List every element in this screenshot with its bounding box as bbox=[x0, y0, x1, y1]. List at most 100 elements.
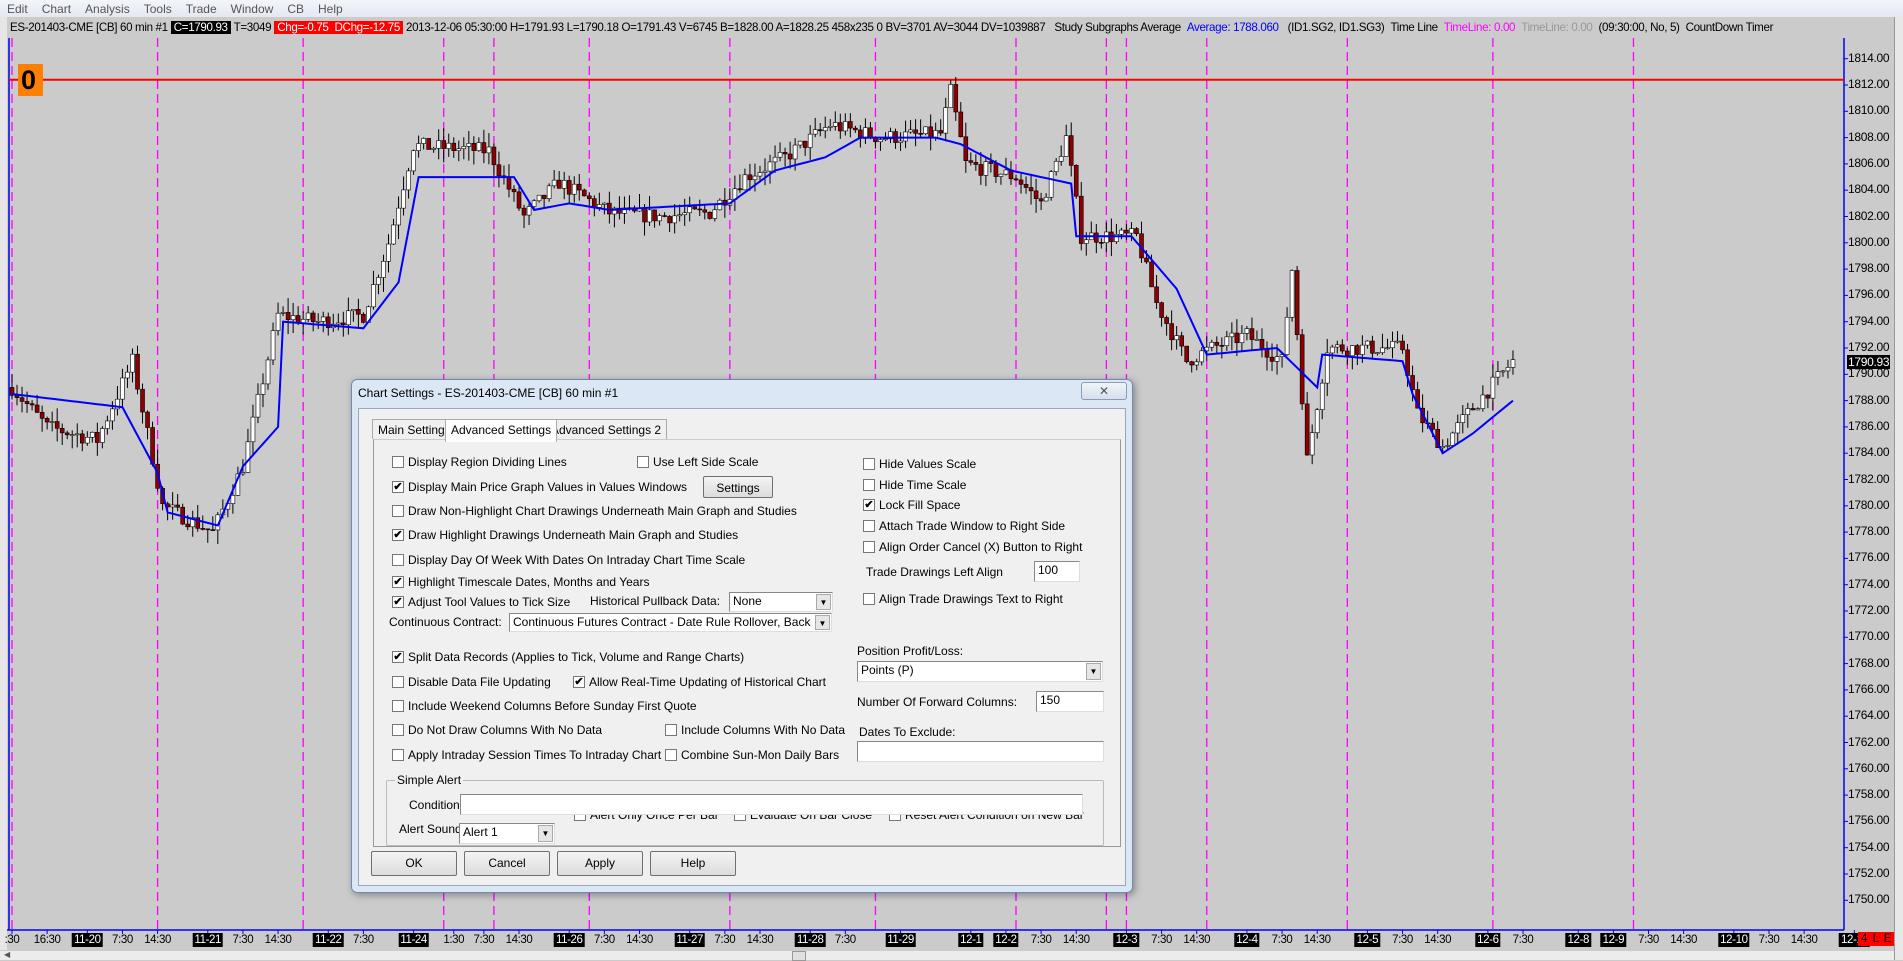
display-region-label: Display Region Dividing Lines bbox=[408, 455, 567, 469]
ok-button[interactable]: OK bbox=[371, 851, 457, 876]
candle bbox=[697, 199, 703, 217]
day-of-week-label: Display Day Of Week With Dates On Intrad… bbox=[408, 553, 746, 567]
draw-non-highlight-checkbox[interactable] bbox=[392, 505, 404, 517]
alert-sound-select[interactable]: Alert 1 ▼ bbox=[459, 823, 555, 844]
candle bbox=[205, 528, 211, 543]
apply-button[interactable]: Apply bbox=[557, 851, 643, 876]
horizontal-scrollbar[interactable]: ◀ bbox=[0, 950, 1894, 961]
simple-alert-label: Simple Alert bbox=[395, 773, 464, 787]
display-main-price-checkbox[interactable]: ✔ bbox=[392, 481, 404, 493]
candle bbox=[1395, 331, 1400, 344]
candle bbox=[1329, 344, 1335, 360]
display-region-checkbox[interactable] bbox=[392, 456, 404, 468]
hide-time-checkbox[interactable] bbox=[863, 479, 875, 491]
candle bbox=[49, 411, 55, 432]
continuous-contract-select[interactable]: Continuous Futures Contract - Date Rule … bbox=[509, 613, 832, 632]
candle bbox=[1124, 223, 1129, 240]
disable-file-checkbox[interactable] bbox=[392, 676, 404, 688]
hide-values-checkbox[interactable] bbox=[863, 458, 875, 470]
candle bbox=[762, 158, 768, 186]
weekend-columns-label: Include Weekend Columns Before Sunday Fi… bbox=[408, 699, 697, 713]
combine-sun-mon-checkbox[interactable] bbox=[665, 749, 677, 761]
chevron-down-icon[interactable]: ▼ bbox=[815, 615, 830, 630]
candle bbox=[140, 383, 145, 424]
price-tick-label: 1792.00 bbox=[1848, 340, 1890, 354]
chevron-down-icon[interactable]: ▼ bbox=[1086, 663, 1101, 680]
time-label: 14:30 bbox=[746, 934, 774, 946]
time-label: 14:30 bbox=[264, 934, 292, 946]
candle bbox=[1385, 338, 1390, 350]
cancel-button[interactable]: Cancel bbox=[464, 851, 550, 876]
candle bbox=[1490, 364, 1496, 411]
forward-columns-label: Number Of Forward Columns: bbox=[857, 695, 1018, 709]
condition-label: Condition: bbox=[409, 798, 464, 812]
candle bbox=[315, 313, 321, 330]
adjust-tool-label: Adjust Tool Values to Tick Size bbox=[408, 595, 571, 609]
align-trade-text-checkbox[interactable] bbox=[863, 593, 875, 605]
close-button[interactable]: ✕ bbox=[1081, 382, 1127, 400]
position-pl-select[interactable]: Points (P) ▼ bbox=[857, 661, 1103, 682]
candle bbox=[953, 77, 959, 121]
attach-trade-checkbox[interactable] bbox=[863, 520, 875, 532]
date-label: 11-21 bbox=[192, 933, 224, 947]
candle bbox=[1028, 174, 1034, 205]
date-label: 12-6 bbox=[1475, 933, 1501, 947]
candle bbox=[1279, 353, 1285, 368]
forward-columns-input[interactable]: 150 bbox=[1036, 691, 1104, 712]
lock-fill-checkbox[interactable]: ✔ bbox=[863, 499, 875, 511]
candle bbox=[1234, 319, 1240, 357]
tab-advanced-settings-2[interactable]: Advanced Settings 2 bbox=[545, 419, 668, 439]
weekend-columns-checkbox[interactable] bbox=[392, 700, 404, 712]
tab-advanced-settings[interactable]: Advanced Settings bbox=[445, 419, 558, 442]
tab-main-settings[interactable]: Main Settings bbox=[372, 419, 457, 439]
draw-highlight-checkbox[interactable]: ✔ bbox=[392, 529, 404, 541]
align-cancel-label: Align Order Cancel (X) Button to Right bbox=[879, 540, 1083, 554]
close-value: C=1790.93 bbox=[170, 21, 231, 34]
candle bbox=[1299, 328, 1305, 410]
candle bbox=[797, 140, 803, 149]
allow-realtime-checkbox[interactable]: ✔ bbox=[573, 676, 585, 688]
alert-marker[interactable]: 0 bbox=[18, 64, 43, 96]
allow-realtime-label: Allow Real-Time Updating of Historical C… bbox=[589, 675, 826, 689]
no-draw-columns-label: Do Not Draw Columns With No Data bbox=[408, 723, 603, 737]
condition-input[interactable] bbox=[460, 794, 1083, 815]
candle bbox=[737, 174, 743, 193]
candle bbox=[702, 204, 708, 220]
candle bbox=[1219, 337, 1225, 359]
dates-exclude-input[interactable] bbox=[857, 741, 1104, 762]
candle bbox=[732, 175, 738, 211]
candle bbox=[1314, 407, 1320, 439]
chevron-down-icon[interactable]: ▼ bbox=[538, 825, 553, 842]
use-left-scale-checkbox[interactable] bbox=[637, 456, 649, 468]
continuous-contract-label: Continuous Contract: bbox=[389, 615, 502, 629]
candle bbox=[39, 405, 45, 432]
candle bbox=[9, 374, 15, 400]
no-draw-columns-checkbox[interactable] bbox=[392, 724, 404, 736]
settings-button[interactable]: Settings bbox=[703, 476, 773, 498]
candle bbox=[561, 171, 567, 200]
highlight-timescale-checkbox[interactable]: ✔ bbox=[392, 576, 404, 588]
align-cancel-checkbox[interactable] bbox=[863, 541, 875, 553]
include-columns-checkbox[interactable] bbox=[665, 724, 677, 736]
trade-left-align-input[interactable]: 100 bbox=[1034, 561, 1080, 582]
candle bbox=[1375, 352, 1380, 356]
candle bbox=[90, 431, 95, 443]
time-label: 14:30 bbox=[1303, 934, 1331, 946]
candle bbox=[255, 383, 261, 424]
split-data-checkbox[interactable]: ✔ bbox=[392, 651, 404, 663]
adjust-tool-checkbox[interactable]: ✔ bbox=[392, 596, 404, 608]
help-button[interactable]: Help bbox=[650, 851, 736, 876]
candle bbox=[135, 345, 140, 395]
candle bbox=[607, 191, 612, 224]
scroll-left-icon[interactable]: ◀ bbox=[4, 950, 10, 959]
day-of-week-checkbox[interactable] bbox=[392, 554, 404, 566]
candle bbox=[471, 136, 477, 165]
intraday-session-checkbox[interactable] bbox=[392, 749, 404, 761]
pullback-select[interactable]: None ▼ bbox=[729, 592, 833, 612]
candle bbox=[125, 364, 130, 388]
candle bbox=[1063, 124, 1069, 157]
chevron-down-icon[interactable]: ▼ bbox=[816, 594, 831, 610]
candle bbox=[245, 428, 251, 474]
price-tick-label: 1806.00 bbox=[1848, 155, 1890, 170]
candle bbox=[376, 274, 381, 295]
